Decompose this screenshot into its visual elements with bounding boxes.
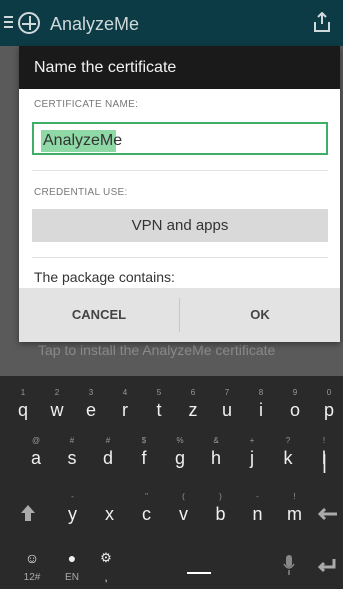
enter-icon[interactable] [316, 558, 336, 574]
app-bar: AnalyzeMe [0, 0, 343, 46]
dialog-title: Name the certificate [19, 46, 340, 89]
key-y[interactable]: -y [54, 490, 91, 526]
key-g[interactable]: % g [162, 434, 198, 470]
certificate-name-input[interactable] [32, 122, 328, 155]
certificate-name-label: CERTIFICATE NAME: [34, 99, 139, 110]
app-title: AnalyzeMe [50, 14, 140, 34]
key-c[interactable]: " c [128, 490, 165, 526]
key-q[interactable]: 1q [6, 386, 40, 422]
backspace-icon[interactable] [315, 507, 337, 521]
numbers-key[interactable]: ☺ 12# [12, 548, 52, 588]
key-a[interactable]: @ a [18, 434, 54, 470]
install-hint: Tap to install the AnalyzeMe certificate [38, 342, 276, 358]
key-h[interactable]: & h [198, 434, 234, 470]
key-p[interactable]: 0p [312, 386, 343, 422]
cancel-button[interactable]: CANCEL [19, 288, 179, 342]
globe-icon: ● [67, 550, 77, 566]
divider [32, 170, 328, 171]
key-t[interactable]: 5t [142, 386, 176, 422]
key-u[interactable]: 7u [210, 386, 244, 422]
key-r[interactable]: 4r [108, 386, 142, 422]
microphone-icon[interactable] [283, 554, 295, 576]
language-key[interactable]: ● EN [52, 548, 92, 588]
key-f[interactable]: $ f [126, 434, 162, 470]
key-b[interactable]: ) b [202, 490, 239, 526]
key-k[interactable]: ? k [270, 434, 306, 470]
credential-use-label: CREDENTIAL USE: [34, 187, 128, 198]
key-w[interactable]: 2w [40, 386, 74, 422]
settings-comma-key[interactable]: ⚙ , [88, 548, 124, 588]
app-logo-icon [18, 12, 40, 34]
divider [32, 257, 328, 258]
shift-icon[interactable] [20, 504, 36, 522]
key-o[interactable]: 9o [278, 386, 312, 422]
key-e[interactable]: 3e [74, 386, 108, 422]
key-m[interactable]: ! m [276, 490, 313, 526]
gear-icon: ⚙ [100, 550, 112, 565]
package-contents-label: The package contains: [34, 269, 175, 285]
key-d[interactable]: # d [90, 434, 126, 470]
key-i[interactable]: 8i [244, 386, 278, 422]
ok-button[interactable]: OK [180, 288, 340, 342]
share-icon[interactable] [313, 12, 331, 32]
key-x[interactable]: x [91, 490, 128, 526]
dialog-button-bar: CANCEL OK [19, 288, 340, 342]
certificate-dialog: Name the certificate CERTIFICATE NAME: A… [19, 46, 340, 342]
space-key[interactable] [125, 548, 272, 588]
key-v[interactable]: (v [165, 490, 202, 526]
credential-use-select[interactable]: VPN and apps [32, 209, 328, 242]
key-n[interactable]: -n [239, 490, 276, 526]
soft-keyboard: 1q2w3e4r5t6z7u8i9o0p @ a # s # d $ f% g & h + j? k! l … [0, 376, 343, 589]
key-j[interactable]: + j [234, 434, 270, 470]
menu-icon[interactable] [4, 16, 13, 28]
key-s[interactable]: # s [54, 434, 90, 470]
apostrophe-key[interactable]: | [306, 442, 343, 478]
key-z[interactable]: 6z [176, 386, 210, 422]
